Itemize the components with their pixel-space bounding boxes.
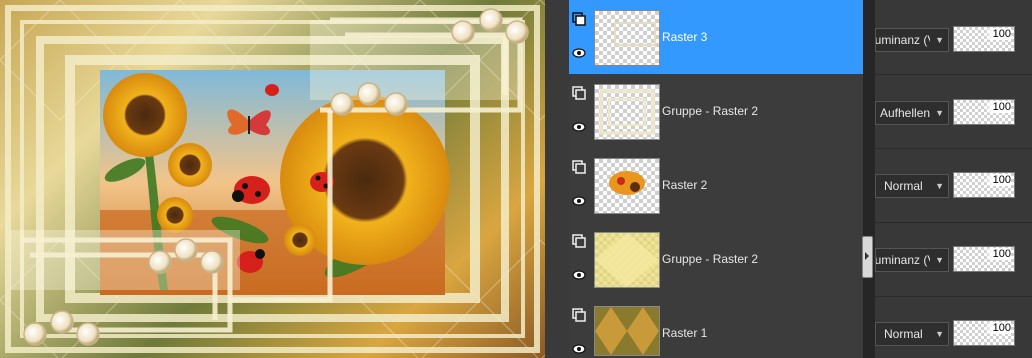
blend-mode-value: Luminanz (Vorversion) (875, 253, 930, 267)
layer-row-left: Gruppe - Raster 2 (569, 74, 863, 148)
layer-thumbnail (594, 306, 660, 356)
blend-mode-value: Aufhellen (880, 106, 931, 120)
opacity-field[interactable]: 100 (953, 172, 1015, 198)
chevron-down-icon: ▼ (935, 181, 944, 191)
opacity-value: 100 (984, 101, 1011, 113)
layer-name[interactable]: Raster 1 (662, 326, 707, 340)
raster-layer-icon[interactable] (572, 86, 586, 100)
layer-thumbnail (594, 10, 660, 66)
layer-name[interactable]: Gruppe - Raster 2 (662, 104, 758, 118)
opacity-value: 100 (984, 322, 1011, 334)
layers-panel: Raster 3 Gruppe - Raster 2 Raster 2 Grup… (569, 0, 1032, 358)
layer-name[interactable]: Raster 3 (662, 30, 707, 44)
blend-mode-dropdown[interactable]: Normal ▼ (875, 322, 949, 346)
blend-mode-value: Luminanz (Vorversion) (875, 33, 930, 47)
opacity-field[interactable]: 100 (953, 320, 1015, 346)
opacity-value: 100 (984, 174, 1011, 186)
raster-layer-icon[interactable] (572, 160, 586, 174)
panel-collapse-handle[interactable] (862, 236, 873, 278)
panel-separator (863, 0, 875, 358)
eye-icon[interactable] (572, 342, 586, 356)
eye-icon[interactable] (572, 120, 586, 134)
raster-layer-icon[interactable] (572, 12, 586, 26)
opacity-field[interactable]: 100 (953, 99, 1015, 125)
blend-mode-value: Normal (884, 327, 923, 341)
chevron-down-icon: ▼ (935, 35, 944, 45)
chevron-down-icon: ▼ (935, 329, 944, 339)
artwork-image (0, 0, 545, 358)
blend-mode-value: Normal (884, 179, 923, 193)
layer-thumbnail (594, 232, 660, 288)
layer-icons (572, 234, 588, 284)
layer-thumbnail (594, 158, 660, 214)
layer-icons (572, 308, 588, 358)
layer-row-left: Raster 3 (569, 0, 863, 74)
opacity-value: 100 (984, 28, 1011, 40)
raster-layer-icon[interactable] (572, 308, 586, 322)
panel-divider (545, 0, 569, 358)
layer-icons (572, 160, 588, 210)
chevron-down-icon: ▼ (935, 255, 944, 265)
layer-thumbnail (594, 84, 660, 140)
layer-icons (572, 12, 588, 62)
layer-row-left: Raster 1 (569, 296, 863, 358)
layer-row-left: Raster 2 (569, 148, 863, 222)
image-canvas[interactable] (0, 0, 545, 358)
blend-mode-dropdown[interactable]: Aufhellen ▼ (875, 101, 949, 125)
opacity-field[interactable]: 100 (953, 26, 1015, 52)
eye-icon[interactable] (572, 268, 586, 282)
chevron-down-icon: ▼ (935, 108, 944, 118)
eye-icon[interactable] (572, 46, 586, 60)
blend-mode-dropdown[interactable]: Luminanz (Vorversion) ▼ (875, 248, 949, 272)
raster-layer-icon[interactable] (572, 234, 586, 248)
blend-mode-dropdown[interactable]: Normal ▼ (875, 174, 949, 198)
layer-name[interactable]: Gruppe - Raster 2 (662, 252, 758, 266)
opacity-value: 100 (984, 248, 1011, 260)
layer-row-left: Gruppe - Raster 2 (569, 222, 863, 296)
layer-icons (572, 86, 588, 136)
opacity-field[interactable]: 100 (953, 246, 1015, 272)
blend-mode-dropdown[interactable]: Luminanz (Vorversion) ▼ (875, 28, 949, 52)
layer-name[interactable]: Raster 2 (662, 178, 707, 192)
eye-icon[interactable] (572, 194, 586, 208)
